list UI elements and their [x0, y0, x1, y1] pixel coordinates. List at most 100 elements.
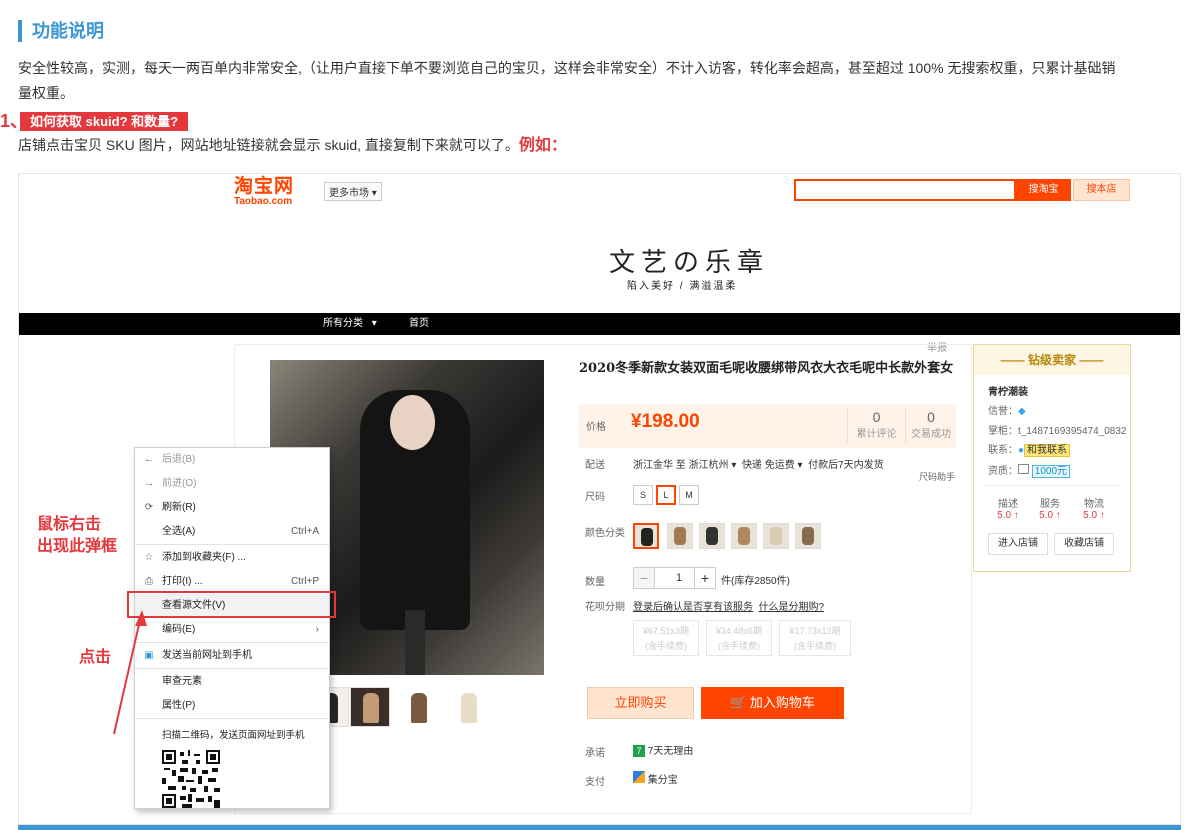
pay-text: 集分宝 — [647, 775, 678, 786]
contact-button[interactable]: 和我联系 — [1024, 444, 1071, 457]
installment-option[interactable]: ¥17.73x12期 (含手续费) — [779, 620, 851, 656]
seller-panel: —— 钻级卖家 —— 青柠潮装 信誉：◆ 掌柜：t_1487169395474_… — [973, 344, 1131, 572]
qual-label: 资质： — [988, 466, 1018, 477]
context-menu: ← 后退(B) → 前进(O) ⟳ 刷新(R) 全选(A) Ctrl+A ☆ 添加到收藏夹… — [134, 447, 330, 809]
installment-info-link[interactable]: 什么是分期购? — [759, 602, 825, 613]
menu-item-add-favorite[interactable]: ☆ 添加到收藏夹(F) ... — [135, 546, 329, 569]
menu-item-print[interactable]: ⎙ 打印(I) ... Ctrl+P — [135, 570, 329, 593]
seller-divider — [984, 485, 1120, 486]
favorite-store-button[interactable]: 收藏店铺 — [1054, 533, 1114, 555]
size-option-l[interactable]: L — [656, 485, 676, 505]
product-title: 2020冬季新款女装双面毛呢收腰绑带风衣大衣毛呢中长款外套女 — [579, 361, 954, 376]
qr-code-icon[interactable] — [162, 750, 220, 808]
add-to-cart-button[interactable]: 🛒 加入购物车 — [701, 687, 844, 719]
color-swatch — [738, 527, 750, 545]
caret-down-icon: ▾ — [371, 318, 377, 329]
forward-arrow-icon: → — [144, 478, 154, 489]
menu-label: 编码(E) — [162, 624, 196, 635]
delivery-row: 浙江金华 至 浙江杭州 ▾ 快递 免运费 ▾ 付款后7天内发货 — [633, 456, 884, 471]
score-desc: 描述 5.0 ↑ — [988, 495, 1028, 521]
menu-label: 审查元素 — [162, 676, 202, 687]
menu-item-inspect[interactable]: 审查元素 — [135, 670, 329, 693]
color-option[interactable] — [731, 523, 757, 549]
menu-label: 属性(P) — [162, 700, 196, 711]
color-option[interactable] — [699, 523, 725, 549]
search-input[interactable] — [794, 179, 1016, 201]
owner-value[interactable]: t_1487169395474_0832 — [1018, 426, 1126, 437]
color-option[interactable] — [633, 523, 659, 549]
menu-item-properties[interactable]: 属性(P) — [135, 694, 329, 717]
annotation-line: 出现此弹框 — [37, 538, 118, 555]
seven-day-icon: 7 — [633, 745, 645, 757]
print-icon: ⎙ — [145, 576, 153, 587]
menu-separator — [135, 718, 329, 719]
enter-store-button[interactable]: 进入店铺 — [988, 533, 1048, 555]
size-option-m[interactable]: M — [679, 485, 699, 505]
installment-row: 登录后确认是否享有该服务 什么是分期购? — [633, 598, 824, 613]
menu-label: 发送当前网址到手机 — [162, 650, 252, 661]
menu-separator — [135, 668, 329, 669]
model-leg — [405, 610, 425, 675]
delivery-express-dropdown[interactable]: 快递 免运费 ▾ — [742, 460, 803, 471]
menu-item-encoding[interactable]: 编码(E) › — [135, 618, 329, 641]
store-navbar: 所有分类 ▾ 首页 — [19, 313, 1180, 335]
step-badge: 如何获取 skuid? 和数量? — [20, 112, 189, 131]
chevron-down-icon: ▾ — [371, 188, 377, 199]
highlight-box — [127, 591, 336, 618]
price-value: ¥198.00 — [631, 411, 700, 432]
score-value: 5.0 ↑ — [997, 510, 1019, 521]
product-thumbnail[interactable] — [398, 687, 438, 727]
price-box: 价格 ¥198.00 0 累计评论 0 交易成功 — [579, 404, 956, 448]
installment-option[interactable]: ¥67.51x3期 (含手续费) — [633, 620, 699, 656]
seller-name[interactable]: 青柠潮装 — [988, 383, 1028, 398]
menu-item-send-to-phone[interactable]: ▣ 发送当前网址到手机 — [135, 644, 329, 667]
qty-decrease-button[interactable]: − — [633, 567, 655, 589]
buy-now-button[interactable]: 立即购买 — [587, 687, 694, 719]
color-option[interactable] — [667, 523, 693, 549]
chevron-down-icon: ▾ — [797, 460, 803, 471]
taobao-logo[interactable]: 淘宝网 Taobao.com — [234, 177, 294, 207]
seller-owner-row: 掌柜：t_1487169395474_0832 — [988, 422, 1128, 437]
logo-en: Taobao.com — [234, 196, 293, 207]
seller-level: 钻级卖家 — [1027, 353, 1076, 367]
nav-all-categories[interactable]: 所有分类 ▾ — [323, 316, 377, 332]
size-option-s[interactable]: S — [633, 485, 653, 505]
qual-badge[interactable]: 1000元 — [1031, 465, 1071, 478]
product-thumbnail[interactable] — [448, 687, 488, 727]
size-label: 尺码 — [585, 492, 605, 503]
color-swatch — [802, 527, 814, 545]
color-option[interactable] — [795, 523, 821, 549]
bottom-divider — [18, 825, 1181, 830]
product-thumbnail[interactable] — [350, 687, 390, 727]
chevron-down-icon: ▾ — [731, 460, 737, 471]
thumbnail-coat — [411, 693, 427, 723]
score-label: 服务 — [1040, 499, 1060, 510]
score-label: 物流 — [1084, 499, 1104, 510]
owner-label: 掌柜： — [988, 426, 1018, 437]
qty-increase-button[interactable]: + — [694, 567, 716, 589]
delivery-to-dropdown[interactable]: 浙江杭州 ▾ — [689, 460, 737, 471]
more-market-dropdown[interactable]: 更多市场 ▾ — [324, 182, 382, 201]
menu-label: 后退(B) — [162, 454, 196, 465]
installment-option[interactable]: ¥34.48x6期 (含手续费) — [706, 620, 772, 656]
search-taobao-button[interactable]: 搜淘宝 — [1016, 179, 1071, 201]
qty-stock: 件(库存2850件) — [721, 576, 790, 587]
menu-label: 前进(O) — [162, 478, 197, 489]
size-helper-link[interactable]: 尺码助手 — [919, 470, 955, 483]
menu-item-refresh[interactable]: ⟳ 刷新(R) — [135, 496, 329, 519]
search-store-button[interactable]: 搜本店 — [1073, 179, 1130, 201]
menu-item-back[interactable]: ← 后退(B) — [135, 448, 329, 471]
delivery-from: 浙江金华 至 — [633, 460, 686, 471]
menu-item-forward[interactable]: → 前进(O) — [135, 472, 329, 495]
color-option[interactable] — [763, 523, 789, 549]
shop-name: 文艺の乐章 — [609, 248, 770, 278]
menu-item-select-all[interactable]: 全选(A) Ctrl+A — [135, 520, 329, 543]
installment-label: 花呗分期 — [585, 602, 625, 613]
installment-login-link[interactable]: 登录后确认是否享有该服务 — [633, 602, 753, 613]
pay-label: 支付 — [585, 777, 605, 788]
menu-shortcut: Ctrl+A — [290, 526, 319, 537]
nav-home[interactable]: 首页 — [409, 316, 429, 332]
review-stat[interactable]: 0 累计评论 — [847, 409, 905, 443]
diamond-icon: ◆ — [1018, 406, 1026, 417]
sales-stat: 0 交易成功 — [905, 409, 956, 443]
